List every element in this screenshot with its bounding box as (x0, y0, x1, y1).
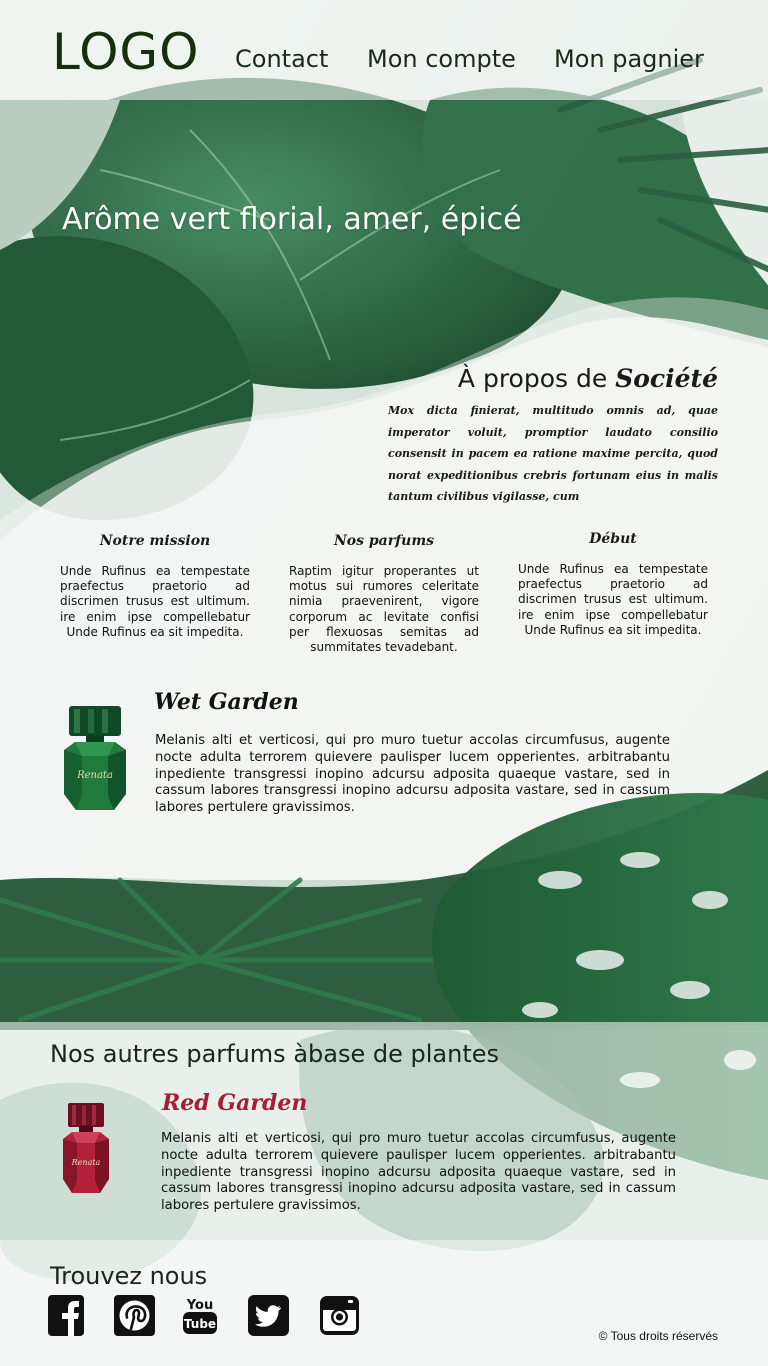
column-text: Raptim igitur properantes ut motus sui r… (289, 564, 479, 655)
pinterest-icon[interactable] (114, 1295, 155, 1336)
twitter-icon[interactable] (248, 1295, 289, 1336)
featured-product-description: Melanis alti et verticosi, qui pro muro … (155, 733, 670, 816)
red-garden-description: Melanis alti et verticosi, qui pro muro … (161, 1131, 676, 1214)
column-title: Début (589, 531, 637, 547)
column-notre-mission: Notre mission Unde Rufinus ea tempestate… (60, 528, 250, 640)
red-garden-bottle-image[interactable]: Renata (60, 1101, 112, 1201)
red-garden-name[interactable]: Red Garden (162, 1090, 307, 1116)
instagram-icon[interactable] (320, 1296, 359, 1335)
other-perfumes-title: Nos autres parfums àbase de plantes (50, 1040, 499, 1068)
site-header: LOGO Contact Mon compte Mon pagnier (0, 0, 768, 100)
svg-text:Tube: Tube (184, 1317, 216, 1331)
nav-mon-pagnier[interactable]: Mon pagnier (554, 44, 704, 74)
column-debut: Début Unde Rufinus ea tempestate praefec… (518, 526, 708, 638)
copyright: © Tous droits réservés (598, 1329, 718, 1343)
hero-title: Arôme vert florial, amer, épicé (62, 202, 522, 237)
about-title: À propos de Société (458, 364, 718, 393)
featured-product-name[interactable]: Wet Garden (154, 689, 299, 715)
about-text: Mox dicta finierat, multitudo omnis ad, … (388, 404, 718, 503)
about-title-brand: Société (615, 364, 718, 393)
youtube-icon[interactable]: You Tube (181, 1295, 222, 1336)
column-text: Unde Rufinus ea tempestate praefectus pr… (60, 564, 250, 639)
main-nav: Contact Mon compte Mon pagnier (0, 44, 768, 78)
red-garden-bottle-label: Renata (71, 1158, 101, 1167)
column-title: Notre mission (99, 533, 211, 549)
nav-mon-compte[interactable]: Mon compte (367, 44, 516, 74)
column-text: Unde Rufinus ea tempestate praefectus pr… (518, 562, 708, 637)
nav-contact[interactable]: Contact (235, 44, 328, 74)
about-title-prefix: À propos de (457, 364, 616, 393)
facebook-icon[interactable] (48, 1295, 89, 1336)
column-nos-parfums: Nos parfums Raptim igitur properantes ut… (289, 528, 479, 655)
column-title: Nos parfums (333, 533, 435, 549)
footer-title: Trouvez nous (50, 1262, 208, 1290)
svg-text:You: You (186, 1298, 213, 1313)
wet-garden-bottle-label: Renata (76, 770, 113, 781)
wet-garden-bottle-image[interactable]: Renata (60, 704, 130, 818)
